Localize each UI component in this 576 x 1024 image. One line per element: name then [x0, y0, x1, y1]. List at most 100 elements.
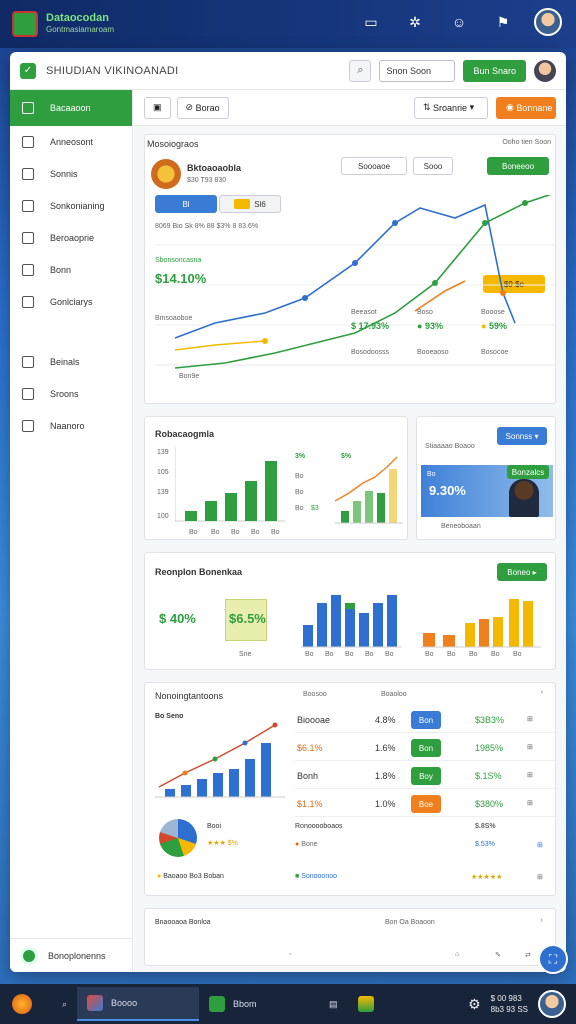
row-value: $3B3%	[475, 715, 505, 725]
table-row[interactable]: $6.1% 1.6% Bon 1985% ⊞	[295, 735, 557, 761]
ring-title: Ronooooboaos	[295, 823, 343, 830]
brand-subtitle: Gontmasiamaroam	[46, 25, 115, 34]
section-link[interactable]: Ooho tien Soon	[502, 139, 551, 146]
card-primary-button[interactable]: Boneeoo	[487, 157, 549, 175]
monitor-icon[interactable]: ▭	[358, 9, 384, 35]
location-icon	[22, 264, 34, 276]
folder-icon	[22, 168, 34, 180]
bar	[443, 635, 455, 647]
x-tick: Bo	[425, 651, 434, 658]
floating-action-button[interactable]: ⛶	[538, 944, 568, 974]
table-row[interactable]: Bioooae 4.8% Bon $3B3% ⊞	[295, 707, 557, 733]
sidebar-footer[interactable]: Bonoplonenns	[10, 938, 133, 972]
taskbar-app-2[interactable]: Bbom	[199, 987, 319, 1021]
bar	[185, 511, 197, 521]
bar	[165, 789, 175, 797]
bottom-card: Bnaooaoa Bonloa Bon Oa Boaoon › ◦ ⌂ ✎ ⇄	[144, 908, 556, 966]
edit-icon[interactable]: ✎	[495, 951, 501, 959]
row-icon[interactable]: ⊞	[527, 743, 533, 751]
product-logo	[151, 159, 181, 189]
blue-point	[302, 295, 308, 301]
header-action-button[interactable]: Bun Snaro	[463, 59, 526, 82]
card-action-button[interactable]: Sonnss ▾	[497, 427, 547, 445]
notification-icon[interactable]: ⚑	[490, 9, 516, 35]
sidebar-item-label: Beroaoprie	[50, 233, 95, 243]
row-badge: Boe	[411, 795, 441, 813]
header-avatar[interactable]	[534, 59, 556, 82]
search-input[interactable]: Snon Soon	[379, 59, 456, 82]
card-title: Nonoingtantoons	[155, 691, 224, 701]
search-icon[interactable]: ⌕	[52, 987, 77, 1021]
user-avatar[interactable]	[534, 8, 562, 36]
blue-point	[392, 220, 398, 226]
bar	[365, 491, 373, 523]
green-point	[482, 220, 488, 226]
settings-icon[interactable]: ✲	[402, 9, 428, 35]
row-value: 1985%	[475, 743, 504, 753]
table-row[interactable]: Bonh 1.8% Boy $.1S% ⊞	[295, 763, 557, 789]
sidebar-item-dashboard[interactable]: Bacaaoon	[10, 90, 132, 126]
chevron-right-icon[interactable]: ›	[541, 689, 543, 696]
sidebar-item-8[interactable]: Sroons	[10, 378, 132, 410]
row-icon[interactable]: ⊞	[537, 841, 543, 849]
sidebar-item-5[interactable]: Bonn	[10, 254, 132, 286]
footer-left: ● Baoaoo Bo3 Boban	[157, 873, 224, 880]
store-icon[interactable]	[348, 987, 384, 1021]
primary-action-button[interactable]: ◉ Bonnane	[496, 96, 556, 119]
help-icon[interactable]: ◦	[289, 951, 291, 958]
app-icon	[209, 996, 226, 1012]
sort-select[interactable]: ⇅ Sroanrie ▾	[414, 96, 488, 119]
main-content: ▣ ⊘ Borao ⇅ Sroanrie ▾ ◉ Bonnane Mosoiog…	[134, 90, 566, 972]
row-icon[interactable]: ⊞	[527, 715, 533, 723]
chart-icon	[22, 200, 34, 212]
image-icon[interactable]: ▣	[144, 96, 171, 119]
sort-label: Sroanrie	[433, 102, 468, 113]
sidebar-item-6[interactable]: Gonlciarys	[10, 286, 132, 318]
y-tick: 139	[157, 489, 169, 496]
card-action-button[interactable]: Boneo ▸	[497, 563, 547, 581]
clock: $ 00 983 8b3 93 SS	[491, 993, 528, 1015]
chevron-right-icon[interactable]: ›	[541, 917, 543, 924]
sidebar-item-1[interactable]: Anneosont	[10, 126, 132, 158]
bar	[213, 773, 223, 797]
bar	[359, 613, 369, 647]
x-tick: Bo	[211, 529, 220, 536]
search-icon[interactable]: ⌕	[349, 59, 372, 82]
sidebar-item-3[interactable]: Sonkonianing	[10, 190, 132, 222]
row-icon[interactable]: ⊞	[527, 771, 533, 779]
sidebar-item-7[interactable]: Beinals	[10, 346, 132, 378]
filter-button[interactable]: ⊘ Borao	[176, 96, 229, 119]
card-title: Bktoaoaobla	[187, 163, 242, 173]
bar	[389, 469, 397, 523]
bar	[479, 619, 489, 647]
taskbar-app-1[interactable]: Boooo	[77, 987, 200, 1021]
sidebar-item-2[interactable]: Sonnis	[10, 158, 132, 190]
start-menu-icon[interactable]	[12, 994, 32, 1014]
window-title: SHIUDIAN VIKINOANADI	[46, 64, 179, 77]
table-row[interactable]: $1.1% 1.0% Boe $380% ⊞	[295, 791, 557, 817]
document-icon[interactable]: ▤	[319, 987, 348, 1021]
sidebar-item-label: Sonnis	[50, 169, 78, 179]
sidebar-item-9[interactable]: Naanoro	[10, 410, 132, 442]
home-icon	[22, 136, 34, 148]
settings-icon[interactable]: ⚙	[468, 996, 481, 1013]
card-option-button[interactable]: Sooo	[413, 157, 453, 175]
row-icon[interactable]: ⊞	[527, 799, 533, 807]
brand-title: Dataocodan	[46, 12, 109, 24]
user-icon[interactable]: ☺	[446, 9, 472, 35]
stat-value-text: 93%	[424, 321, 443, 331]
bar	[341, 511, 349, 523]
stat-value: $ 17.93%	[351, 321, 390, 331]
taskbar-avatar[interactable]	[538, 990, 566, 1018]
share-icon[interactable]: ⇄	[525, 951, 531, 959]
row-icon[interactable]: ⊞	[537, 873, 543, 881]
main-line-chart	[155, 195, 555, 369]
os-taskbar: ⌕ Boooo Bbom ▤ ⚙ $ 00 983 8b3 93 SS	[0, 984, 576, 1024]
app-logo	[12, 11, 38, 37]
bar-segment	[345, 603, 355, 609]
x-tick: Bo	[365, 651, 374, 658]
card-option-button[interactable]: Soooaoe	[341, 157, 407, 175]
sidebar-item-4[interactable]: Beroaoprie	[10, 222, 132, 254]
row-name: $6.1%	[297, 743, 323, 753]
home-icon[interactable]: ⌂	[455, 951, 459, 958]
